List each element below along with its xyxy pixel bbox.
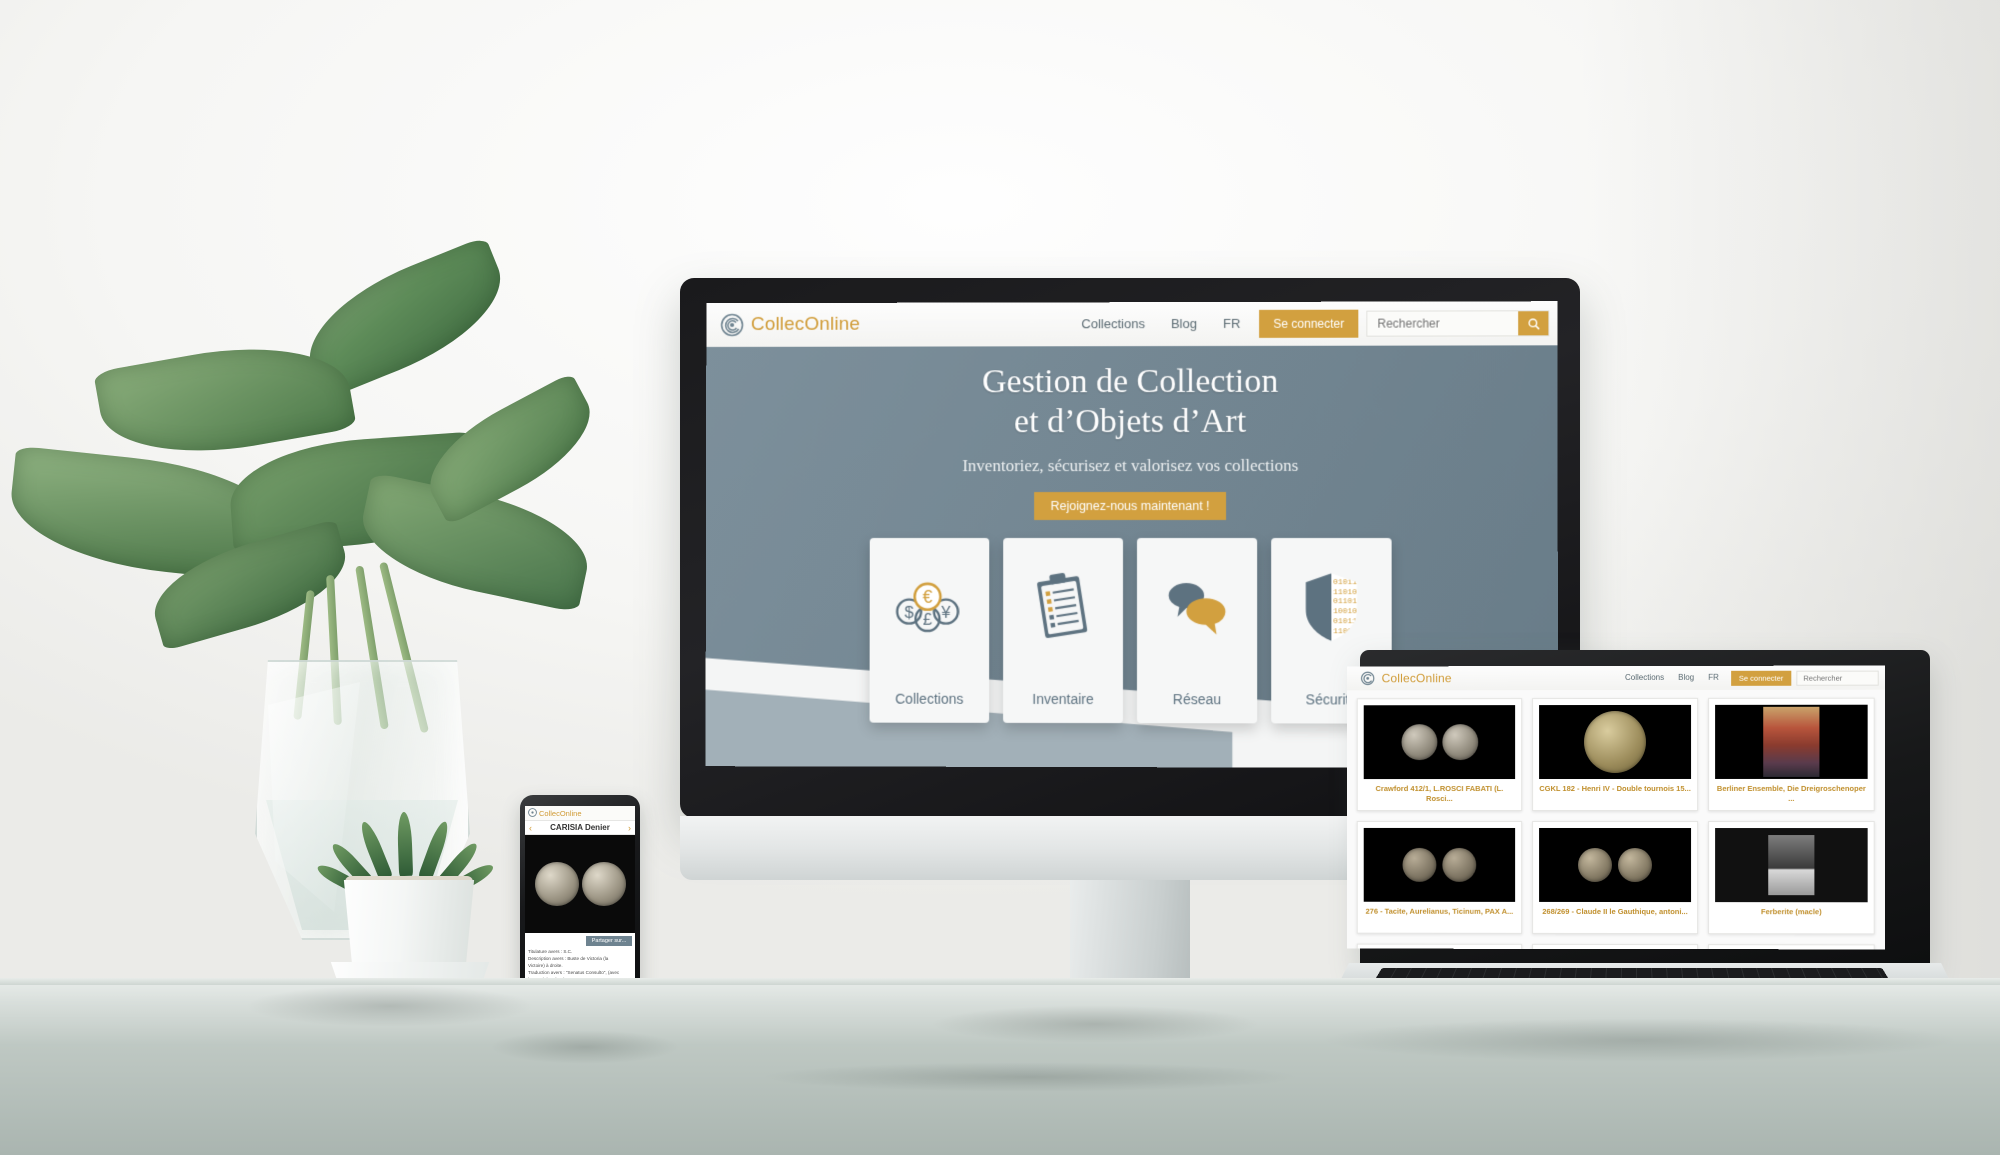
shadow-keyboard	[760, 1062, 1300, 1092]
item-thumbnail	[1715, 828, 1868, 903]
item-title: Berliner Ensemble, Die Dreigroschenoper …	[1716, 783, 1866, 804]
item-thumbnail	[1539, 704, 1692, 780]
svg-text:0101100: 0101100	[1333, 617, 1362, 626]
shadow-monitor	[930, 1005, 1260, 1043]
hero-title-line1: Gestion de Collection	[982, 362, 1279, 401]
feature-card-label: Collections	[895, 690, 964, 708]
svg-text:¥: ¥	[940, 603, 951, 622]
shadow-laptop	[1320, 1018, 1960, 1062]
item-title: Crawford 412/1, L.ROSCI FABATI (L. Rosci…	[1375, 784, 1504, 804]
join-now-button[interactable]: Rejoignez-nous maintenant !	[1034, 492, 1226, 521]
collection-item-card[interactable]: 276 - Tacite, Aurelianus, Ticinum, PAX A…	[1356, 821, 1523, 935]
phone-item-title: CARISIA Denier	[550, 823, 610, 832]
item-thumbnail	[1363, 705, 1516, 780]
collection-item-card[interactable]	[1708, 944, 1875, 950]
search-input[interactable]	[1797, 671, 1878, 685]
share-button[interactable]: Partager sur...	[586, 936, 632, 946]
svg-text:€: €	[923, 587, 933, 607]
shadow-plant	[245, 985, 535, 1027]
spiral-logo-icon	[1361, 671, 1375, 685]
phone-navbar: CollecOnline	[525, 806, 635, 820]
speech-bubbles-icon	[1160, 564, 1234, 650]
phone-screen: CollecOnline ‹ CARISIA Denier › Partager…	[525, 806, 635, 998]
search-icon[interactable]	[1518, 311, 1549, 336]
svg-text:$: $	[905, 603, 914, 622]
shield-binary-icon: 0101101 1101001 0110110 1001011 0101100 …	[1294, 564, 1368, 650]
svg-text:0101101: 0101101	[1333, 578, 1362, 587]
collection-item-card[interactable]	[1532, 944, 1699, 950]
feature-card-label: Inventaire	[1032, 691, 1094, 708]
colleconline-collection-grid: CollecOnline Collections Blog FR Se conn…	[1346, 665, 1885, 950]
hero-title-line2: et d’Objets d’Art	[1014, 403, 1247, 441]
hero-subtitle: Inventoriez, sécurisez et valorisez vos …	[962, 456, 1299, 476]
svg-text:0110110: 0110110	[1333, 598, 1362, 607]
brand-name: CollecOnline	[539, 808, 582, 818]
item-title: 276 - Tacite, Aurelianus, Ticinum, PAX A…	[1365, 906, 1514, 917]
item-title: CGKL 182 - Henri IV - Double tournois 15…	[1539, 783, 1691, 794]
feature-card-reseau[interactable]: Réseau	[1136, 538, 1258, 724]
shadow-phone	[490, 1030, 680, 1064]
search-box[interactable]	[1796, 670, 1879, 686]
laptop-navbar: CollecOnline Collections Blog FR Se conn…	[1346, 665, 1885, 691]
svg-text:1100101: 1100101	[1333, 627, 1362, 636]
desk-edge	[0, 978, 2000, 985]
spiral-logo-icon	[528, 806, 537, 822]
nav-item-language[interactable]: FR	[1210, 302, 1253, 346]
nav-item-blog[interactable]: Blog	[1158, 302, 1210, 346]
phone-item-header: ‹ CARISIA Denier ›	[525, 820, 635, 835]
collection-item-card[interactable]: CGKL 182 - Henri IV - Double tournois 15…	[1532, 697, 1699, 812]
site-navbar: CollecOnline Collections Blog FR Se conn…	[706, 301, 1558, 347]
description-line: Traduction avers : "Senatus Consulto", (…	[528, 969, 620, 975]
next-item-icon[interactable]: ›	[628, 823, 631, 833]
collection-item-card[interactable]	[1356, 943, 1523, 950]
brand-logo[interactable]: CollecOnline	[720, 313, 860, 337]
hero-title: Gestion de Collection et d’Objets d’Art	[982, 362, 1278, 443]
nav-item-collections[interactable]: Collections	[1618, 666, 1671, 690]
laptop-screen: CollecOnline Collections Blog FR Se conn…	[1346, 665, 1885, 950]
nav-links: Collections Blog FR Se connecter	[1068, 301, 1557, 346]
collection-item-card[interactable]: 268/269 - Claude II le Gauthique, antoni…	[1532, 821, 1699, 935]
previous-item-icon[interactable]: ‹	[529, 823, 532, 833]
item-title: 268/269 - Claude II le Gauthique, antoni…	[1542, 907, 1688, 917]
item-thumbnail	[1363, 828, 1516, 903]
phone-item-image	[525, 835, 635, 933]
collection-item-grid: Crawford 412/1, L.ROSCI FABATI (L. Rosci…	[1347, 690, 1885, 950]
description-line: Victoire) à droite.	[528, 962, 563, 968]
spiral-logo-icon	[720, 313, 744, 337]
collection-item-card[interactable]: Crawford 412/1, L.ROSCI FABATI (L. Rosci…	[1356, 698, 1523, 812]
description-line: Titulature avers : S.C.	[528, 949, 573, 954]
nav-item-blog[interactable]: Blog	[1671, 666, 1701, 690]
collection-item-card[interactable]: Berliner Ensemble, Die Dreigroschenoper …	[1708, 697, 1875, 812]
white-ceramic-pot	[343, 880, 475, 972]
svg-text:1001011: 1001011	[1333, 608, 1362, 617]
svg-text:£: £	[923, 611, 932, 630]
nav-links: Collections Blog FR Se connecter	[1618, 666, 1885, 690]
nav-item-collections[interactable]: Collections	[1068, 302, 1157, 346]
search-box[interactable]	[1366, 310, 1550, 337]
brand-name: CollecOnline	[750, 313, 861, 335]
svg-text:1101001: 1101001	[1333, 588, 1362, 597]
login-button[interactable]: Se connecter	[1730, 670, 1792, 686]
search-input[interactable]	[1367, 311, 1519, 336]
description-line: Description avers : Buste de Victoria (l…	[528, 955, 609, 961]
brand-logo[interactable]: CollecOnline	[1361, 671, 1452, 685]
nav-item-language[interactable]: FR	[1701, 666, 1726, 690]
item-thumbnail	[1539, 828, 1692, 903]
desk-scene-photo: CollecOnline Collections Blog FR Se conn…	[0, 0, 2000, 1155]
item-title: Ferberite (macle)	[1760, 907, 1822, 917]
brand-name: CollecOnline	[1381, 671, 1452, 686]
login-button[interactable]: Se connecter	[1259, 309, 1359, 338]
item-thumbnail	[1715, 704, 1868, 779]
feature-card-inventaire[interactable]: Inventaire	[1003, 538, 1124, 724]
feature-card-collections[interactable]: $ £ ¥ € Collections	[869, 538, 990, 724]
feature-card-label: Réseau	[1172, 691, 1222, 708]
coins-currency-icon: $ £ ¥ €	[893, 564, 967, 650]
clipboard-checklist-icon	[1026, 564, 1100, 650]
collection-item-card[interactable]: Ferberite (macle)	[1708, 821, 1875, 935]
